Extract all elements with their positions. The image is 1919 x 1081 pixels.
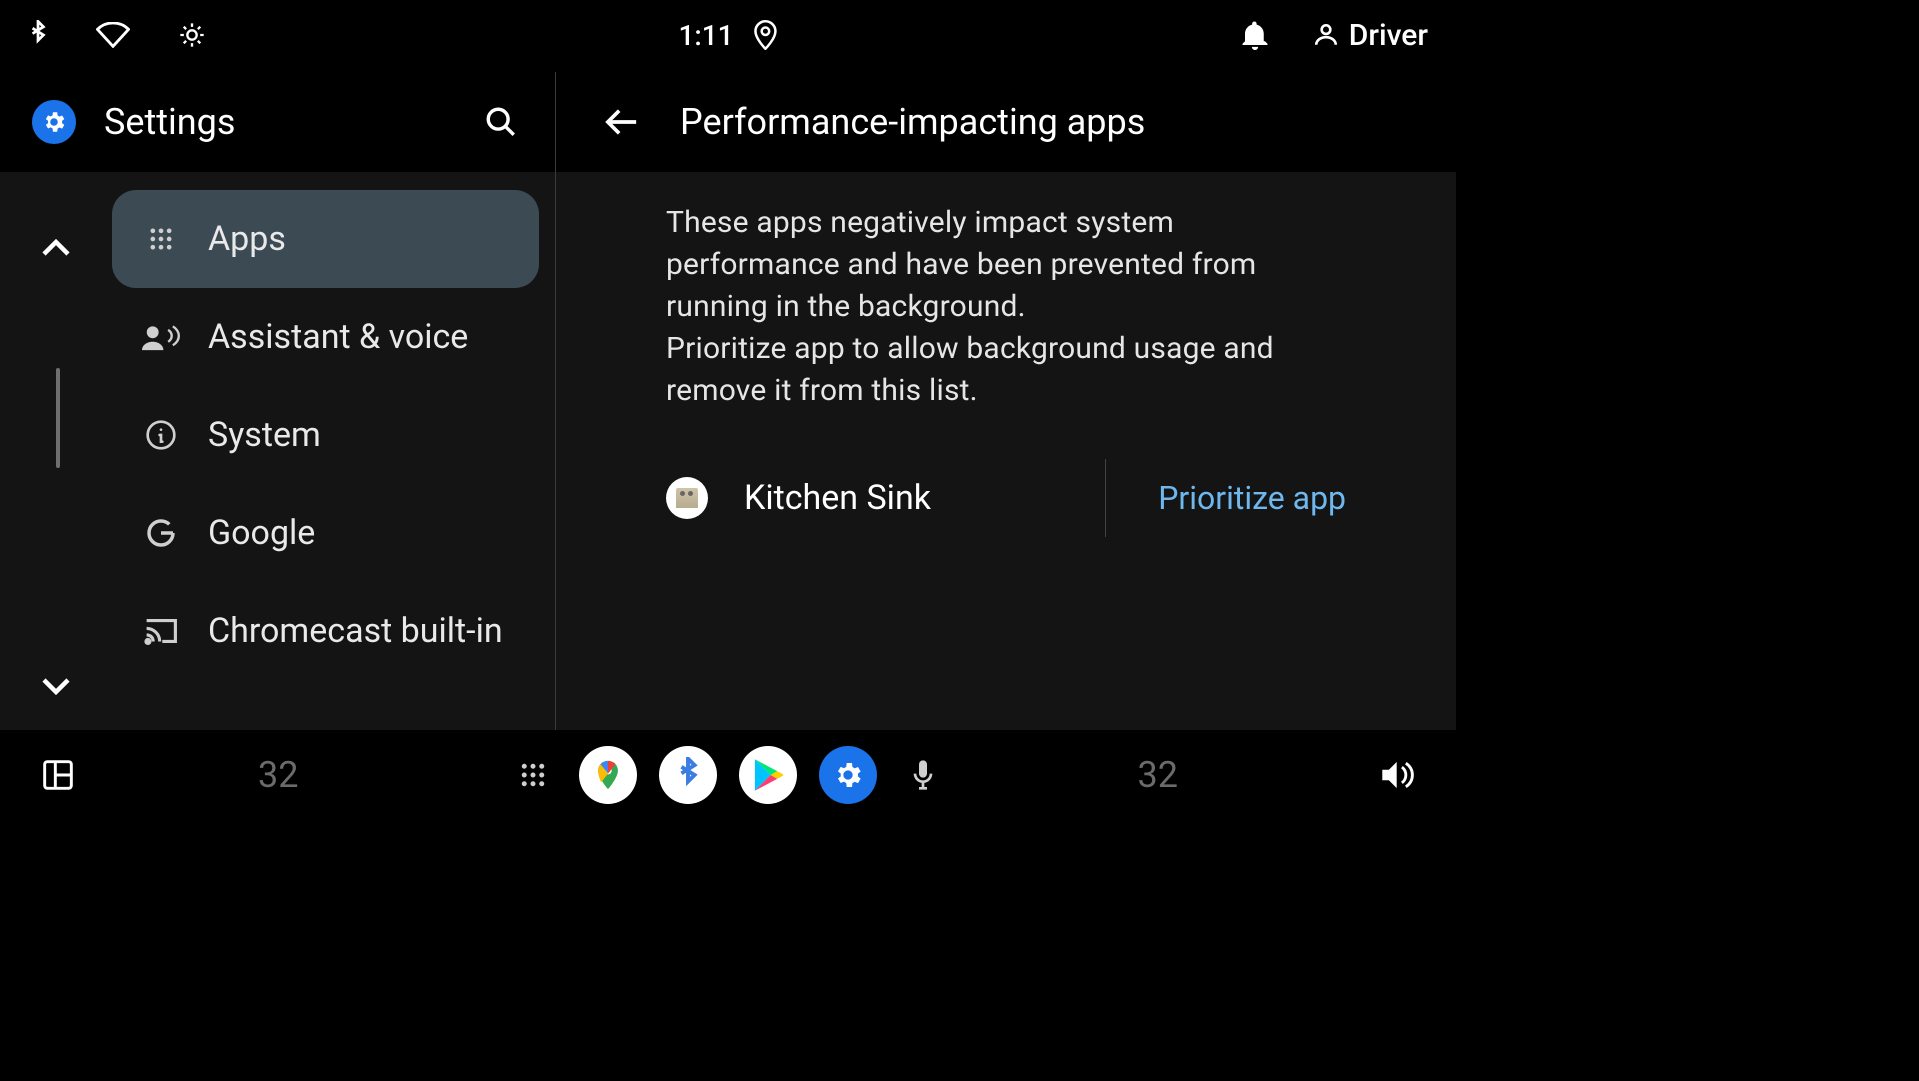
scroll-down-button[interactable]: [36, 666, 76, 706]
detail-pane: Performance-impacting apps These apps ne…: [556, 72, 1456, 730]
sidebar-item-label: System: [208, 415, 321, 455]
person-icon: [1313, 22, 1339, 48]
search-button[interactable]: [477, 98, 525, 146]
driver-profile-chip[interactable]: Driver: [1313, 18, 1428, 53]
main-content: Settings Apps: [0, 72, 1456, 730]
back-button[interactable]: [600, 100, 644, 144]
description-line1: These apps negatively impact system perf…: [666, 205, 1256, 324]
status-time: 1:11: [678, 19, 733, 52]
apps-grid-icon: [142, 220, 180, 258]
sidebar-item-system[interactable]: System: [112, 386, 539, 484]
detail-body: These apps negatively impact system perf…: [556, 172, 1456, 730]
bell-icon[interactable]: [1241, 20, 1269, 50]
bottom-bar: 32 32: [0, 730, 1456, 820]
cast-icon: [142, 612, 180, 650]
status-center-cluster: 1:11: [678, 19, 777, 52]
scroll-indicator: [56, 368, 60, 468]
info-icon: [142, 416, 180, 454]
volume-button[interactable]: [1378, 755, 1418, 795]
sidebar-item-chromecast[interactable]: Chromecast built-in: [112, 582, 539, 680]
sidebar-item-label: Chromecast built-in: [208, 611, 503, 651]
assistant-voice-icon: [142, 318, 180, 356]
dock-maps-button[interactable]: [579, 746, 637, 804]
app-name: Kitchen Sink: [744, 478, 931, 518]
bluetooth-icon: [28, 20, 48, 50]
bottom-right: 32: [1138, 754, 1418, 796]
settings-sidebar: Settings Apps: [0, 72, 556, 730]
driver-label: Driver: [1349, 18, 1428, 53]
app-row-kitchen-sink: Kitchen Sink Prioritize app: [666, 456, 1346, 540]
sidebar-title: Settings: [104, 101, 449, 143]
status-bar: 1:11 Driver: [0, 0, 1456, 70]
bottom-left: 32: [38, 754, 298, 796]
dock-bluetooth-button[interactable]: [659, 746, 717, 804]
detail-title: Performance-impacting apps: [680, 101, 1145, 143]
sidebar-item-label: Google: [208, 513, 315, 553]
description-line2: Prioritize app to allow background usage…: [666, 331, 1274, 408]
bottom-dock: [509, 746, 947, 804]
sidebar-item-google[interactable]: Google: [112, 484, 539, 582]
temperature-left[interactable]: 32: [258, 754, 298, 796]
wifi-icon: [96, 22, 130, 48]
brightness-icon: [178, 21, 206, 49]
status-left-cluster: [28, 20, 206, 50]
google-g-icon: [142, 514, 180, 552]
scroll-up-button[interactable]: [36, 228, 76, 268]
app-icon: [666, 477, 708, 519]
sidebar-item-label: Apps: [208, 219, 286, 259]
detail-description: These apps negatively impact system perf…: [666, 202, 1346, 412]
location-icon: [754, 20, 778, 50]
dock-play-store-button[interactable]: [739, 746, 797, 804]
app-launcher-button[interactable]: [509, 751, 557, 799]
detail-header: Performance-impacting apps: [556, 72, 1456, 172]
sidebar-body: Apps Assistant & voice System: [0, 172, 555, 730]
dock-settings-button[interactable]: [819, 746, 877, 804]
sidebar-header: Settings: [0, 72, 555, 172]
voice-assistant-button[interactable]: [899, 751, 947, 799]
status-right-cluster: Driver: [1241, 18, 1428, 53]
dashboard-toggle-icon[interactable]: [38, 755, 78, 795]
sidebar-nav-list: Apps Assistant & voice System: [112, 172, 555, 730]
divider: [1105, 459, 1106, 537]
prioritize-app-button[interactable]: Prioritize app: [1158, 479, 1346, 517]
sidebar-item-label: Assistant & voice: [208, 317, 468, 357]
settings-gear-badge: [32, 100, 76, 144]
sidebar-item-apps[interactable]: Apps: [112, 190, 539, 288]
sidebar-item-assistant-voice[interactable]: Assistant & voice: [112, 288, 539, 386]
temperature-right[interactable]: 32: [1138, 754, 1178, 796]
app-entry[interactable]: Kitchen Sink: [666, 477, 1105, 519]
